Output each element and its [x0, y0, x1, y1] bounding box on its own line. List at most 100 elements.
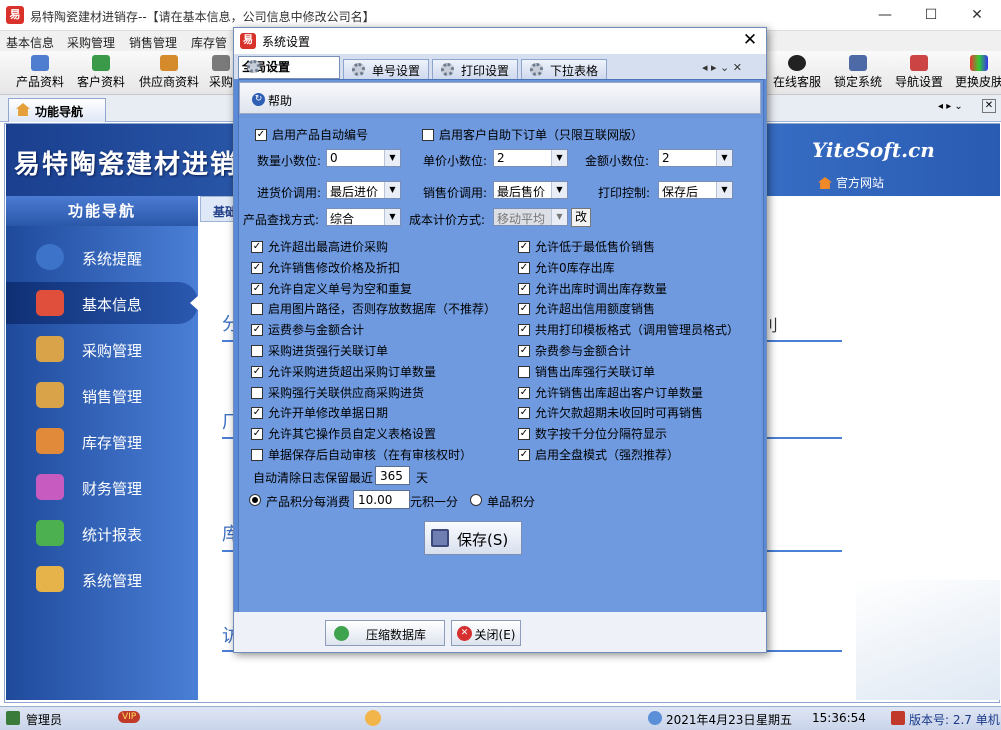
nav-item-inventory[interactable]: 库存管理 — [6, 420, 198, 462]
tab-number-settings[interactable]: 单号设置 — [343, 59, 429, 79]
nav-item-label: 财务管理 — [82, 480, 142, 498]
close-window-button[interactable]: ✕ — [954, 0, 1000, 31]
option-checkbox[interactable]: 采购强行关联供应商采购进货 — [251, 386, 424, 402]
toolbar-skin-button[interactable]: 更换皮肤 — [953, 55, 1001, 93]
vip-badge: VIP — [118, 711, 140, 723]
select-value: 保存后 — [662, 185, 698, 199]
change-cost-method-button[interactable]: 改 — [571, 208, 591, 227]
toolbar-customer-button[interactable]: 客户资料 — [74, 55, 128, 93]
checkbox-label: 运费参与金额合计 — [268, 323, 364, 337]
checkbox-label: 允许销售修改价格及折扣 — [268, 261, 400, 275]
toolbar-nav-settings-button[interactable]: 导航设置 — [893, 55, 945, 93]
option-checkbox[interactable]: 数字按千分位分隔符显示 — [518, 427, 667, 443]
checkbox-label: 数字按千分位分隔符显示 — [535, 427, 667, 441]
customer-self-order-checkbox[interactable]: 启用客户自助下订单（只限互联网版） — [422, 128, 643, 144]
nav-item-finance[interactable]: 财务管理 — [6, 466, 198, 508]
help-bar[interactable]: ↻ 帮助 — [239, 82, 761, 114]
option-checkbox[interactable]: 允许欠款超期未收回时可再销售 — [518, 406, 703, 422]
price-decimals-select[interactable]: 2▼ — [493, 149, 568, 167]
nav-item-system-reminder[interactable]: 系统提醒 — [6, 236, 198, 278]
points-per-spend-radio[interactable]: 产品积分每消费 — [249, 493, 350, 510]
select-value: 综合 — [330, 212, 354, 226]
toolbar-online-service-button[interactable]: 在线客服 — [771, 55, 823, 93]
tab-label: 打印设置 — [461, 64, 509, 78]
app-logo-icon: 易 — [6, 6, 24, 24]
radio-label: 单品积分 — [487, 495, 535, 509]
option-checkbox[interactable]: 单据保存后自动审核（在有审核权时） — [251, 448, 472, 464]
close-tab-icon[interactable]: ✕ — [982, 99, 996, 113]
option-checkbox[interactable]: 共用打印模板格式（调用管理员格式） — [518, 323, 739, 339]
compress-db-button[interactable]: 压缩数据库 — [325, 620, 445, 646]
nav-item-sales[interactable]: 销售管理 — [6, 374, 198, 416]
product-search-select[interactable]: 综合▼ — [326, 208, 401, 226]
skin-icon — [970, 55, 988, 71]
option-checkbox[interactable]: 启用全盘模式（强烈推荐） — [518, 448, 679, 464]
checkbox-box — [518, 324, 530, 336]
tab-dropdown-table[interactable]: 下拉表格 — [521, 59, 607, 79]
nav-item-purchase[interactable]: 采购管理 — [6, 328, 198, 370]
save-button[interactable]: 保存(S) — [424, 521, 522, 555]
option-checkbox[interactable]: 采购进货强行关联订单 — [251, 344, 388, 360]
checkbox-label: 销售出库强行关联订单 — [535, 365, 655, 379]
option-checkbox[interactable]: 允许超出最高进价采购 — [251, 240, 388, 256]
toolbar-lock-button[interactable]: 锁定系统 — [832, 55, 884, 93]
nav-item-reports[interactable]: 统计报表 — [6, 512, 198, 554]
dialog-close-button[interactable]: ✕ — [734, 28, 766, 54]
tab-global-settings[interactable]: 全局设置 — [238, 56, 340, 79]
checkbox-box — [518, 345, 530, 357]
auto-product-code-checkbox[interactable]: 启用产品自动编号 — [255, 128, 368, 144]
sale-price-select[interactable]: 最后售价▼ — [493, 181, 568, 199]
tab-print-settings[interactable]: 打印设置 — [432, 59, 518, 79]
print-control-select[interactable]: 保存后▼ — [658, 181, 733, 199]
option-checkbox[interactable]: 允许出库时调出库存数量 — [518, 282, 667, 298]
option-checkbox[interactable]: 启用图片路径，否则存放数据库（不推荐） — [251, 302, 496, 318]
checkbox-box — [518, 303, 530, 315]
nav-item-label: 销售管理 — [82, 388, 142, 406]
tab-scroll-controls[interactable]: ◂ ▸ ⌄ ✕ — [702, 61, 742, 74]
close-dialog-button[interactable]: ✕关闭(E) — [451, 620, 521, 646]
option-checkbox[interactable]: 允许0库存出库 — [518, 261, 615, 277]
home-icon — [818, 177, 832, 189]
menu-sales[interactable]: 销售管理 — [129, 34, 177, 51]
option-checkbox[interactable]: 允许销售出库超出客户订单数量 — [518, 386, 703, 402]
option-checkbox[interactable]: 允许自定义单号为空和重复 — [251, 282, 412, 298]
option-checkbox[interactable]: 销售出库强行关联订单 — [518, 365, 655, 381]
close-icon: ✕ — [457, 626, 472, 641]
menu-inventory[interactable]: 库存管 — [191, 34, 227, 51]
official-site-label: 官方网站 — [836, 176, 884, 190]
option-checkbox[interactable]: 杂费参与金额合计 — [518, 344, 631, 360]
option-checkbox[interactable]: 允许超出信用额度销售 — [518, 302, 655, 318]
nav-item-label: 库存管理 — [82, 434, 142, 452]
log-retention-input[interactable]: 365 — [375, 466, 410, 485]
status-date: 2021年4月23日 — [666, 711, 755, 728]
option-checkbox[interactable]: 允许低于最低售价销售 — [518, 240, 655, 256]
radio-dot — [249, 494, 261, 506]
option-checkbox[interactable]: 允许采购进货超出采购订单数量 — [251, 365, 436, 381]
tab-function-nav[interactable]: 功能导航 — [8, 98, 106, 122]
tab-scroll-arrows[interactable]: ◂ ▸ ⌄ — [938, 101, 963, 112]
option-checkbox[interactable]: 允许开单修改单据日期 — [251, 406, 388, 422]
points-spend-input[interactable]: 10.00 — [353, 490, 410, 509]
toolbar-purchase-button[interactable]: 采购 — [208, 55, 234, 93]
option-checkbox[interactable]: 允许销售修改价格及折扣 — [251, 261, 400, 277]
nav-item-basic-info[interactable]: 基本信息 — [6, 282, 198, 324]
gear-icon — [352, 63, 365, 76]
nav-item-system-admin[interactable]: 系统管理 — [6, 558, 198, 600]
toolbar-product-button[interactable]: 产品资料 — [14, 55, 66, 93]
option-checkbox[interactable]: 运费参与金额合计 — [251, 323, 364, 339]
official-site-link[interactable]: 官方网站 — [818, 174, 884, 191]
nav-item-label: 系统管理 — [82, 572, 142, 590]
purchase-price-select[interactable]: 最后进价▼ — [326, 181, 401, 199]
qty-decimals-select[interactable]: 0▼ — [326, 149, 401, 167]
menu-purchase[interactable]: 采购管理 — [67, 34, 115, 51]
single-product-points-radio[interactable]: 单品积分 — [470, 493, 535, 510]
amount-decimals-select[interactable]: 2▼ — [658, 149, 733, 167]
checkbox-box — [518, 366, 530, 378]
menu-basic-info[interactable]: 基本信息 — [6, 34, 54, 51]
status-user: 管理员 — [26, 711, 62, 728]
checkbox-label: 采购强行关联供应商采购进货 — [268, 386, 424, 400]
option-checkbox[interactable]: 允许其它操作员自定义表格设置 — [251, 427, 436, 443]
maximize-button[interactable]: ☐ — [908, 0, 954, 31]
minimize-button[interactable]: — — [862, 0, 908, 31]
toolbar-supplier-button[interactable]: 供应商资料 — [136, 55, 202, 93]
